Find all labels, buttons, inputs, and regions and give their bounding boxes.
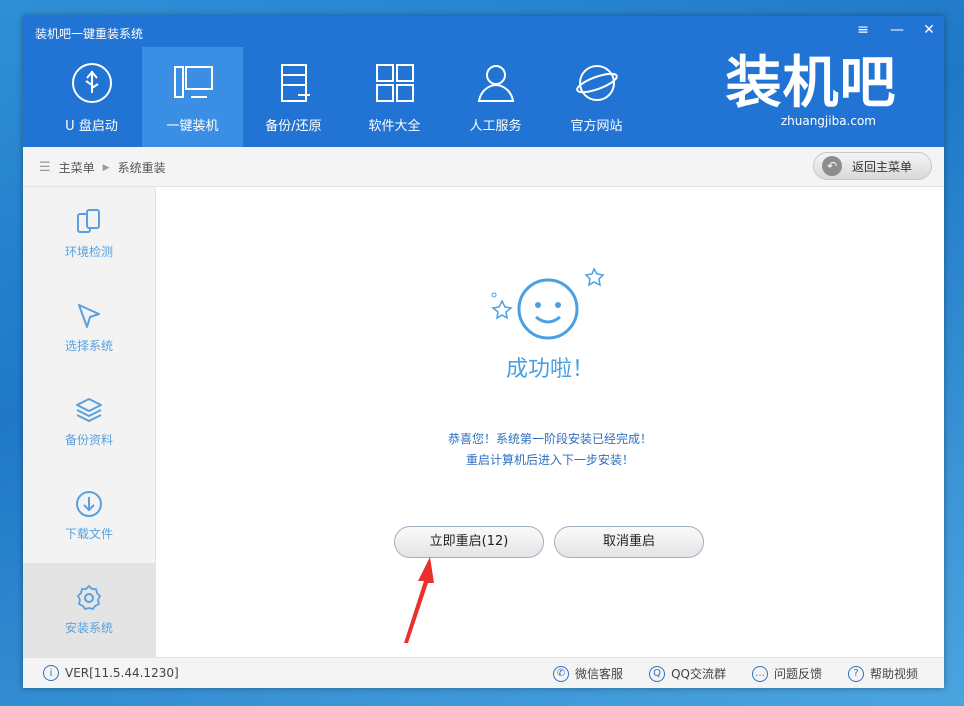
nav-backup-restore[interactable]: 备份/还原 (243, 47, 344, 147)
minimize-icon[interactable]: — (885, 22, 909, 42)
sidebar-item-download-files[interactable]: 下载文件 (23, 469, 155, 563)
nav-label: 备份/还原 (265, 119, 322, 134)
sidebar-item-label: 环境检测 (64, 245, 113, 259)
usb-icon (71, 63, 112, 103)
breadcrumb: ☰ 主菜单 ▶ 系统重装 (39, 159, 166, 176)
sidebar: 环境检测 选择系统 备份资料 下载文件 安装系统 (23, 187, 156, 659)
breadcrumb-home[interactable]: 主菜单 (59, 159, 95, 176)
nav-one-click-install[interactable]: 一键装机 (142, 47, 243, 147)
sidebar-item-env-check[interactable]: 环境检测 (23, 187, 155, 281)
nav-manual-service[interactable]: 人工服务 (445, 47, 546, 147)
cancel-restart-button[interactable]: 取消重启 (554, 526, 704, 558)
smiley-icon (491, 267, 605, 340)
chat-icon: … (751, 665, 768, 682)
list-icon: ☰ (39, 160, 51, 175)
sidebar-item-label: 选择系统 (64, 339, 113, 353)
nav-label: U 盘启动 (65, 119, 118, 134)
breadcrumb-current: 系统重装 (117, 161, 166, 175)
logo-url: zhuangjiba.com (780, 114, 876, 128)
header: 装机吧一键重装系统 ≡ — ✕ U 盘启动 一键装机 备份/还原 软件大全 人工… (23, 16, 944, 147)
device-check-icon (77, 209, 100, 233)
footer: i VER[11.5.44.1230] ✆ 微信客服 Q QQ交流群 … 问题反… (23, 657, 944, 688)
restart-now-button[interactable]: 立即重启(12) (394, 526, 544, 558)
feedback-link[interactable]: … 问题反馈 (751, 665, 822, 682)
user-service-icon (477, 65, 514, 102)
success-title: 成功啦！ (505, 357, 594, 382)
apps-grid-icon (375, 64, 414, 102)
backup-icon (280, 64, 310, 102)
footer-link-label: 问题反馈 (773, 667, 822, 681)
red-arrow-annotation (404, 557, 434, 643)
version-text: VER[11.5.44.1230] (65, 666, 179, 680)
top-nav: U 盘启动 一键装机 备份/还原 软件大全 人工服务 官方网站 (41, 47, 647, 147)
gear-icon (77, 585, 101, 610)
nav-official-site[interactable]: 官方网站 (546, 47, 647, 147)
message-line: 恭喜您！系统第一阶段安装已经完成！ (447, 432, 652, 446)
close-icon[interactable]: ✕ (917, 22, 941, 42)
footer-link-label: QQ交流群 (671, 667, 726, 681)
sidebar-item-label: 安装系统 (64, 621, 113, 635)
main-content: 成功啦！ 恭喜您！系统第一阶段安装已经完成！ 重启计算机后进入下一步安装！ 立即… (156, 187, 944, 657)
back-to-menu-button[interactable]: ↶ 返回主菜单 (813, 152, 932, 180)
sidebar-item-install-system[interactable]: 安装系统 (23, 563, 155, 659)
footer-link-label: 微信客服 (575, 667, 624, 681)
help-icon: ? (847, 665, 864, 682)
menu-icon[interactable]: ≡ (851, 22, 875, 42)
sidebar-item-label: 备份资料 (64, 433, 113, 447)
nav-label: 软件大全 (368, 119, 421, 134)
qq-group-link[interactable]: Q QQ交流群 (649, 665, 726, 682)
globe-icon (575, 65, 618, 101)
app-window: 装机吧一键重装系统 ≡ — ✕ U 盘启动 一键装机 备份/还原 软件大全 人工… (23, 16, 944, 688)
help-video-link[interactable]: ? 帮助视频 (847, 665, 918, 682)
cursor-icon (78, 304, 100, 328)
download-icon (76, 491, 102, 517)
sidebar-item-select-system[interactable]: 选择系统 (23, 281, 155, 375)
back-arrow-icon: ↶ (822, 156, 842, 176)
window-title: 装机吧一键重装系统 (35, 27, 144, 41)
breadcrumb-bar: ☰ 主菜单 ▶ 系统重装 ↶ 返回主菜单 (23, 147, 944, 187)
nav-usb-boot[interactable]: U 盘启动 (41, 47, 142, 147)
qq-icon: Q (649, 665, 666, 682)
wechat-icon: ✆ (553, 665, 570, 682)
sidebar-item-label: 下载文件 (64, 527, 113, 541)
nav-software[interactable]: 软件大全 (344, 47, 445, 147)
brand-logo: 装机吧 zhuangjiba.com (716, 52, 906, 142)
nav-label: 一键装机 (166, 119, 219, 134)
message-line: 重启计算机后进入下一步安装！ (465, 453, 634, 467)
info-icon: i (43, 665, 59, 681)
footer-links: ✆ 微信客服 Q QQ交流群 … 问题反馈 ? 帮助视频 (553, 665, 918, 682)
nav-label: 人工服务 (469, 119, 522, 134)
logo-text: 装机吧 (725, 50, 897, 116)
layers-icon (76, 398, 102, 422)
success-message: 恭喜您！系统第一阶段安装已经完成！ 重启计算机后进入下一步安装！ (156, 429, 944, 471)
monitor-icon (173, 66, 213, 98)
back-button-label: 返回主菜单 (852, 159, 913, 174)
version-info: i VER[11.5.44.1230] (43, 665, 179, 681)
wechat-support-link[interactable]: ✆ 微信客服 (553, 665, 623, 682)
footer-link-label: 帮助视频 (869, 667, 918, 681)
nav-label: 官方网站 (570, 119, 623, 134)
chevron-right-icon: ▶ (102, 162, 110, 173)
sidebar-item-backup-data[interactable]: 备份资料 (23, 375, 155, 469)
